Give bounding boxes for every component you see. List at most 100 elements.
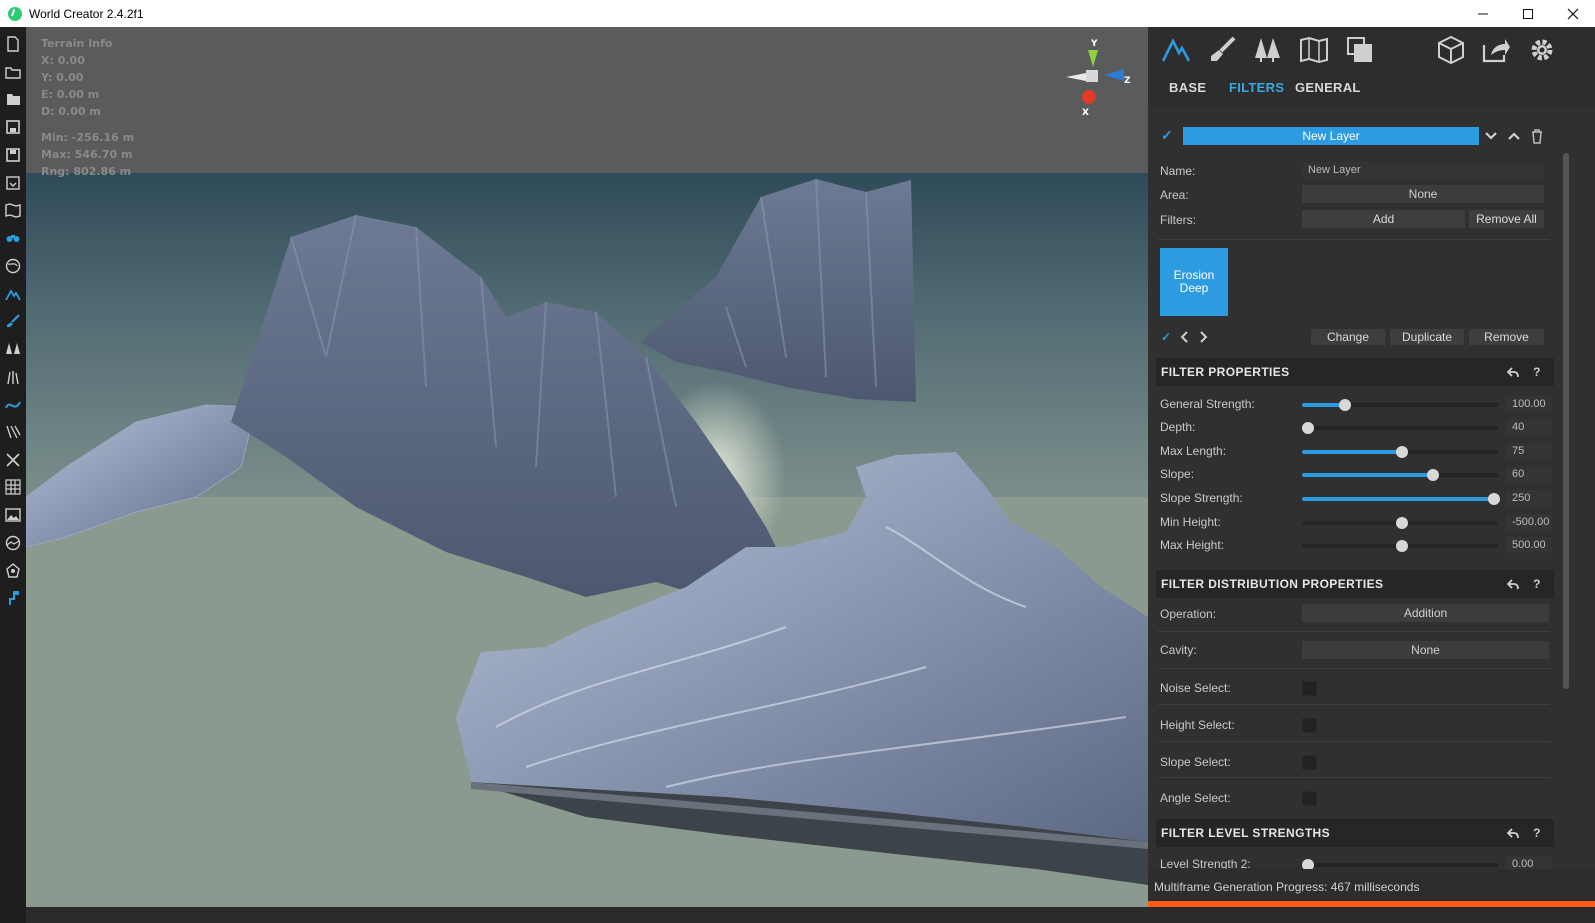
grass-button[interactable] <box>3 367 23 387</box>
slider-handle[interactable] <box>1396 540 1408 552</box>
tab-filters[interactable]: FILTERS <box>1229 80 1284 95</box>
slope-slider[interactable] <box>1302 469 1498 481</box>
new-file-button[interactable] <box>3 34 23 54</box>
depth-value[interactable]: 40 <box>1506 419 1552 435</box>
terrain-viewport[interactable]: Terrain Info X: 0.00 Y: 0.00 E: 0.00 m D… <box>26 27 1148 907</box>
orientation-gizmo[interactable]: Y Z X <box>1062 37 1138 117</box>
filter-enabled-checkbox[interactable]: ✓ <box>1161 330 1171 344</box>
max-length-slider[interactable] <box>1302 446 1498 458</box>
share-button[interactable] <box>1479 33 1513 67</box>
cavity-select[interactable]: None <box>1302 641 1549 659</box>
status-text: Multiframe Generation Progress: 467 mill… <box>1154 879 1420 894</box>
layer-delete-button[interactable] <box>1529 127 1545 145</box>
layer-name-button[interactable]: New Layer <box>1183 127 1479 145</box>
slider-handle[interactable] <box>1427 469 1439 481</box>
filter-distribution-header[interactable]: FILTER DISTRIBUTION PROPERTIES ? <box>1156 570 1554 598</box>
minimize-button[interactable] <box>1460 0 1505 27</box>
save-button[interactable] <box>3 117 23 137</box>
path-button[interactable] <box>3 422 23 442</box>
erosion-deep-filter-tile[interactable]: Erosion Deep <box>1160 248 1228 316</box>
sculpt-tab-button[interactable] <box>1205 33 1239 67</box>
operation-select[interactable]: Addition <box>1302 604 1549 622</box>
environment-button[interactable] <box>3 533 23 553</box>
brush-button[interactable] <box>3 311 23 331</box>
next-filter-button[interactable] <box>1197 330 1209 344</box>
slider-handle[interactable] <box>1339 399 1351 411</box>
slope-strength-slider[interactable] <box>1302 493 1500 505</box>
slope-select-checkbox[interactable] <box>1302 755 1317 770</box>
reset-filter-properties-button[interactable] <box>1505 364 1521 380</box>
export-cube-button[interactable] <box>1434 33 1468 67</box>
undo-icon <box>1506 367 1519 378</box>
max-length-value[interactable]: 75 <box>1506 443 1552 459</box>
tab-general[interactable]: GENERAL <box>1295 80 1361 95</box>
height-select-checkbox[interactable] <box>1302 718 1317 733</box>
slope-strength-value[interactable]: 250 <box>1506 490 1552 506</box>
slider-handle[interactable] <box>1488 493 1500 505</box>
slope-value[interactable]: 60 <box>1506 466 1552 482</box>
duplicate-filter-button[interactable]: Duplicate <box>1390 329 1464 345</box>
terrain-tab-button[interactable] <box>1159 33 1193 67</box>
layer-move-down-button[interactable] <box>1483 127 1499 145</box>
area-select[interactable]: None <box>1302 185 1544 203</box>
map-button[interactable] <box>3 200 23 220</box>
level-strength-2-value[interactable]: 0.00 <box>1506 856 1552 869</box>
min-height-slider[interactable] <box>1302 517 1498 529</box>
grid-button[interactable] <box>3 477 23 497</box>
save-as-button[interactable] <box>3 145 23 165</box>
tab-base[interactable]: BASE <box>1169 80 1206 95</box>
slider-handle[interactable] <box>1302 859 1314 869</box>
layer-move-up-button[interactable] <box>1506 127 1522 145</box>
import-button[interactable] <box>3 173 23 193</box>
sculpt-tab-icon <box>1211 36 1236 61</box>
previous-filter-button[interactable] <box>1179 330 1191 344</box>
globe-button[interactable] <box>3 256 23 276</box>
close-button[interactable] <box>1550 0 1595 27</box>
reset-level-strengths-button[interactable] <box>1505 825 1521 841</box>
help-icon[interactable]: ? <box>1529 576 1545 592</box>
vegetation-tab-button[interactable] <box>1251 33 1285 67</box>
filter-properties-header[interactable]: FILTER PROPERTIES ? <box>1156 358 1554 386</box>
max-height-slider[interactable] <box>1302 540 1498 552</box>
forest-button[interactable] <box>3 339 23 359</box>
open-recent-button[interactable] <box>3 89 23 109</box>
river-button[interactable] <box>3 394 23 414</box>
light-button[interactable] <box>3 561 23 581</box>
min-height-value[interactable]: -500.00 <box>1506 514 1552 530</box>
undo-icon <box>1506 828 1519 839</box>
map-tab-button[interactable] <box>1297 33 1331 67</box>
depth-slider[interactable] <box>1302 422 1498 434</box>
add-filter-button[interactable]: Add <box>1302 210 1465 228</box>
maximize-button[interactable] <box>1505 0 1550 27</box>
remove-all-filters-button[interactable]: Remove All <box>1469 210 1544 228</box>
help-icon[interactable]: ? <box>1529 825 1545 841</box>
export-cube-icon <box>1438 35 1464 65</box>
level-strength-2-slider[interactable] <box>1302 859 1498 869</box>
angle-select-checkbox[interactable] <box>1302 791 1317 806</box>
slider-handle[interactable] <box>1396 517 1408 529</box>
panel-scrollbar[interactable] <box>1563 153 1569 689</box>
slider-handle[interactable] <box>1302 422 1314 434</box>
remove-filter-button[interactable]: Remove <box>1469 329 1544 345</box>
filter-level-strengths-header[interactable]: FILTER LEVEL STRENGTHS ? <box>1156 819 1554 847</box>
change-filter-button[interactable]: Change <box>1311 329 1385 345</box>
paint-button[interactable] <box>3 588 23 608</box>
settings-button[interactable] <box>1525 33 1559 67</box>
layer-name-input[interactable]: New Layer <box>1302 162 1544 178</box>
map-tab-icon <box>1300 36 1328 64</box>
help-icon[interactable]: ? <box>1529 364 1545 380</box>
terrain-button[interactable] <box>3 284 23 304</box>
layers-tab-button[interactable] <box>1343 33 1377 67</box>
transform-button[interactable] <box>3 450 23 470</box>
layer-enabled-checkbox[interactable]: ✓ <box>1161 127 1177 143</box>
max-height-value[interactable]: 500.00 <box>1506 537 1552 553</box>
reset-distribution-button[interactable] <box>1505 576 1521 592</box>
camera-view-button[interactable] <box>3 228 23 248</box>
general-strength-value[interactable]: 100.00 <box>1506 396 1552 412</box>
general-strength-slider[interactable] <box>1302 399 1498 411</box>
slider-handle[interactable] <box>1396 446 1408 458</box>
forest-icon <box>6 343 20 354</box>
image-button[interactable] <box>3 505 23 525</box>
open-folder-button[interactable] <box>3 62 23 82</box>
noise-select-checkbox[interactable] <box>1302 681 1317 696</box>
